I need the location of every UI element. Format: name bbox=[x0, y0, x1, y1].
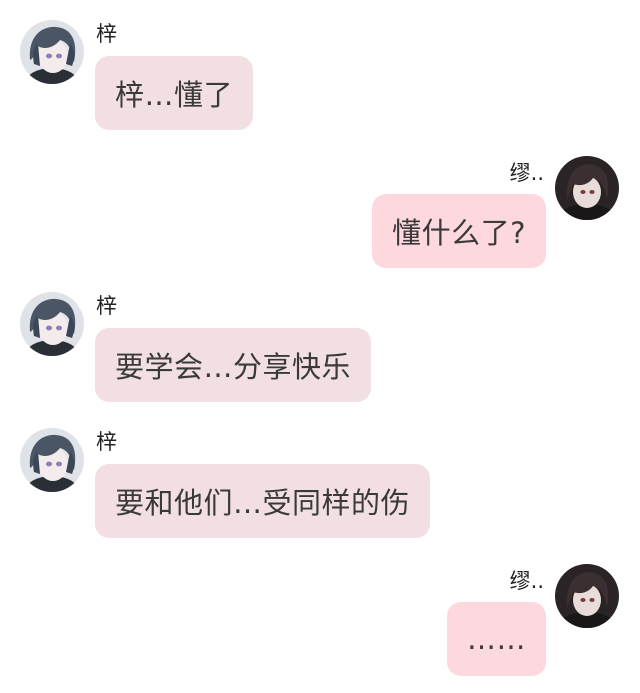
chat-view: 梓 梓…懂了 缪.. 懂什么了? 梓 要学会…分享快乐 梓 要和他们…受同样的伤… bbox=[0, 0, 640, 693]
right-avatar-icon[interactable] bbox=[555, 156, 619, 220]
message-bubble[interactable]: 懂什么了? bbox=[372, 194, 546, 268]
sender-name: 梓 bbox=[96, 294, 117, 318]
sender-name: 梓 bbox=[96, 22, 117, 46]
message-bubble[interactable]: …… bbox=[447, 602, 546, 676]
right-avatar-icon[interactable] bbox=[555, 564, 619, 628]
sender-name: 缪.. bbox=[509, 161, 544, 185]
message-bubble[interactable]: 要和他们…受同样的伤 bbox=[95, 464, 431, 538]
sender-name: 梓 bbox=[96, 430, 117, 454]
message-bubble[interactable]: 要学会…分享快乐 bbox=[95, 328, 372, 402]
left-avatar-icon[interactable] bbox=[20, 292, 84, 356]
sender-name: 缪.. bbox=[509, 569, 544, 593]
message-bubble[interactable]: 梓…懂了 bbox=[95, 56, 254, 130]
left-avatar-icon[interactable] bbox=[20, 20, 84, 84]
left-avatar-icon[interactable] bbox=[20, 428, 84, 492]
